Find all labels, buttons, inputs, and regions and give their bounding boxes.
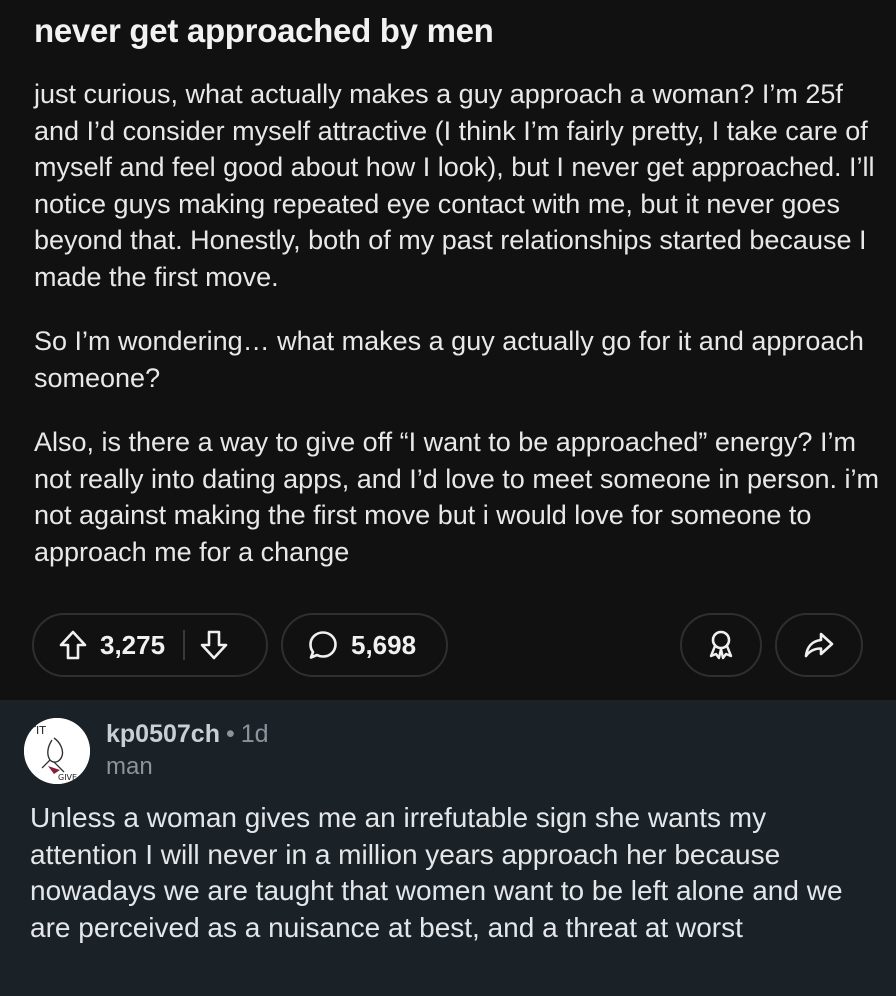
post-paragraph: just curious, what actually makes a guy … [34, 79, 875, 292]
post-action-bar: 3,275 5,698 [0, 613, 896, 679]
post-card: never get approached by men just curious… [0, 0, 896, 688]
downvote-arrow-icon[interactable] [199, 629, 229, 661]
share-button[interactable] [775, 613, 863, 677]
vote-control: 3,275 [32, 613, 268, 677]
avatar-text-top: IT [36, 724, 46, 737]
comment-bubble-icon [307, 629, 339, 661]
upvote-arrow-icon[interactable] [58, 629, 88, 661]
post-title[interactable]: never get approached by men [34, 12, 494, 50]
user-flair: man [106, 753, 153, 780]
upvote-count: 3,275 [100, 629, 166, 660]
post-body: just curious, what actually makes a guy … [34, 76, 884, 598]
comment-count: 5,698 [351, 629, 417, 660]
post-paragraph: Also, is there a way to give off “I want… [34, 427, 879, 567]
award-icon [706, 629, 736, 661]
award-button[interactable] [680, 613, 762, 677]
comments-button[interactable]: 5,698 [281, 613, 448, 677]
comment-author[interactable]: kp0507ch [106, 720, 220, 748]
comment-time: 1d [240, 720, 269, 748]
share-arrow-icon [803, 630, 835, 660]
meta-separator: • [225, 720, 235, 748]
post-paragraph: So I’m wondering… what makes a guy actua… [34, 326, 864, 393]
comment-body: Unless a woman gives me an irrefutable s… [30, 802, 843, 943]
comment-author-line: kp0507ch • 1d [106, 720, 269, 749]
vote-divider [183, 630, 186, 660]
avatar[interactable]: IT GIVE [24, 718, 90, 784]
